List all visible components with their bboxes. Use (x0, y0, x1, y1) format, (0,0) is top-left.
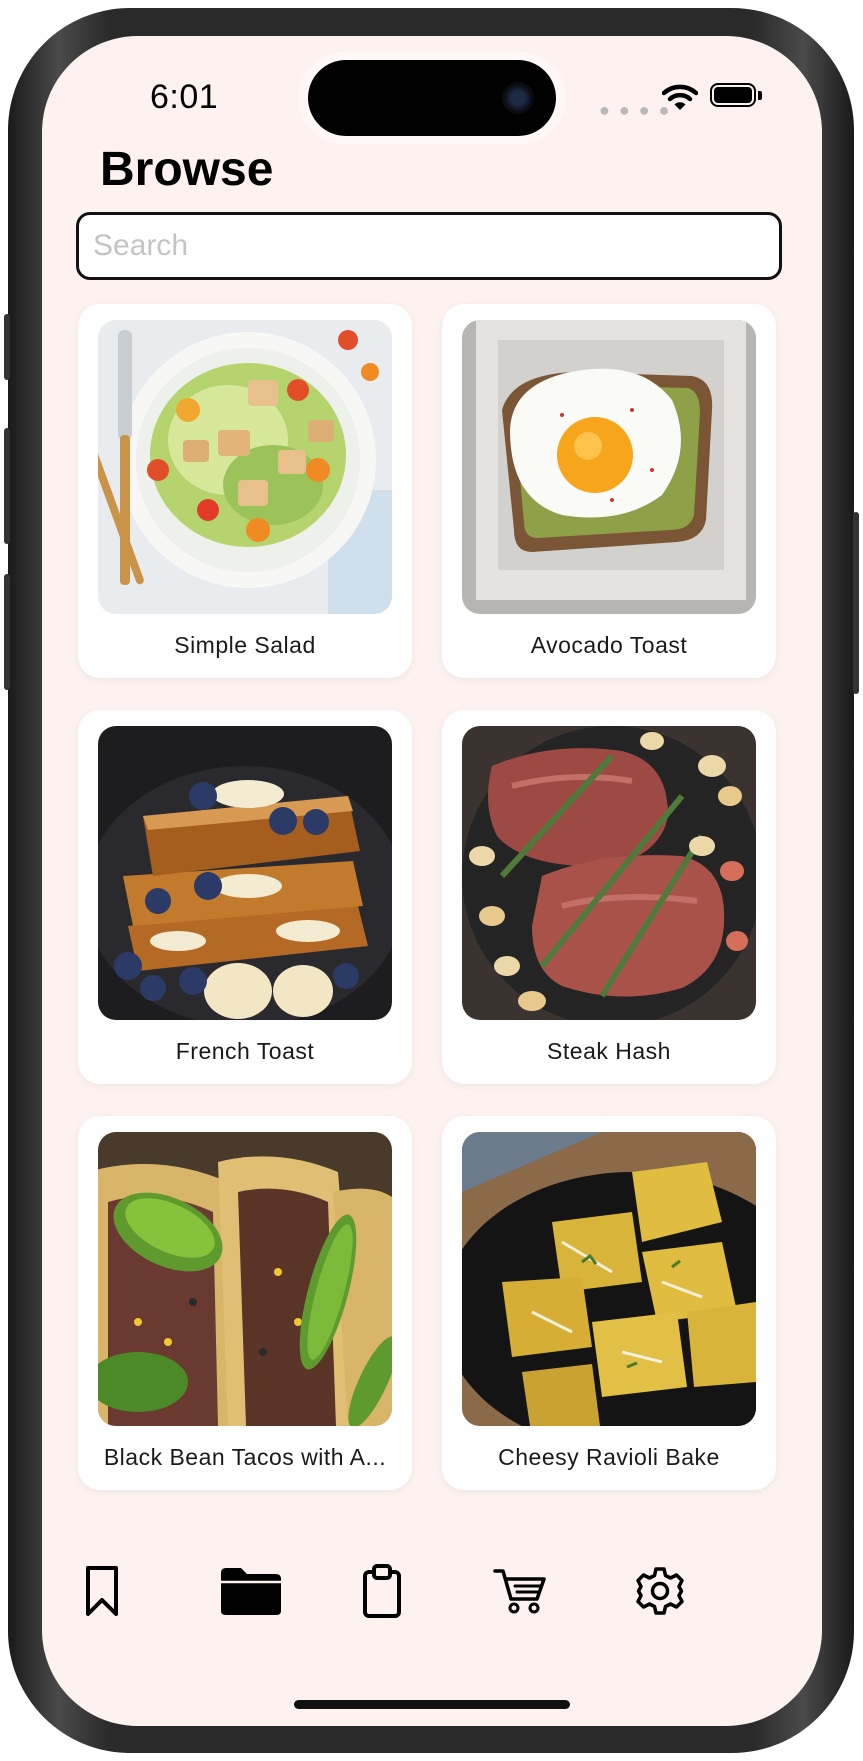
recipe-card[interactable]: Black Bean Tacos with A... (78, 1116, 412, 1490)
app-screen: 6:01 ● ● ● ● Browse Search Simple Salad … (42, 36, 822, 1726)
recipe-title: Avocado Toast (530, 632, 688, 658)
recipe-title: Cheesy Ravioli Bake (498, 1444, 720, 1470)
volume-up-button (4, 428, 10, 544)
home-indicator[interactable] (294, 1700, 570, 1709)
recipe-image-french-toast (98, 726, 392, 1020)
recipe-title: Black Bean Tacos with A... (103, 1444, 387, 1470)
power-button (853, 512, 859, 694)
recipe-card[interactable]: Simple Salad (78, 304, 412, 678)
dynamic-island (308, 60, 556, 136)
tab-cart[interactable] (485, 1556, 555, 1626)
recipe-title: Steak Hash (547, 1038, 671, 1064)
bookmark-icon (86, 1566, 118, 1616)
status-time: 6:01 (150, 78, 219, 116)
battery-cap (758, 91, 762, 100)
recipe-card[interactable]: Cheesy Ravioli Bake (442, 1116, 776, 1490)
wifi-icon (662, 84, 698, 110)
tab-saved[interactable] (67, 1556, 137, 1626)
search-field[interactable] (76, 212, 782, 280)
battery-icon (710, 83, 756, 107)
recipe-image-cheesy-ravioli-bake (462, 1132, 756, 1426)
gear-icon (636, 1567, 684, 1615)
recipe-title: French Toast (175, 1038, 315, 1064)
recipe-card[interactable]: Steak Hash (442, 710, 776, 1084)
clipboard-icon (363, 1564, 401, 1618)
cart-icon (493, 1569, 546, 1614)
tab-browse[interactable] (211, 1556, 291, 1626)
recipe-image-avocado-toast (462, 320, 756, 614)
recipe-card[interactable]: Avocado Toast (442, 304, 776, 678)
folder-icon (221, 1568, 281, 1615)
recipe-image-steak-hash (462, 726, 756, 1020)
cellular-signal-icon: ● ● ● ● (599, 100, 672, 120)
tab-list[interactable] (347, 1556, 417, 1626)
tab-settings[interactable] (625, 1556, 695, 1626)
page-title: Browse (100, 143, 274, 196)
camera-icon (502, 82, 534, 114)
search-input[interactable] (79, 215, 779, 277)
volume-down-button (4, 574, 10, 690)
action-button (4, 314, 10, 380)
recipe-image-simple-salad (98, 320, 392, 614)
recipe-image-black-bean-tacos (98, 1132, 392, 1426)
tab-bar (42, 1536, 822, 1646)
recipe-title: Simple Salad (174, 632, 316, 658)
recipe-card[interactable]: French Toast (78, 710, 412, 1084)
